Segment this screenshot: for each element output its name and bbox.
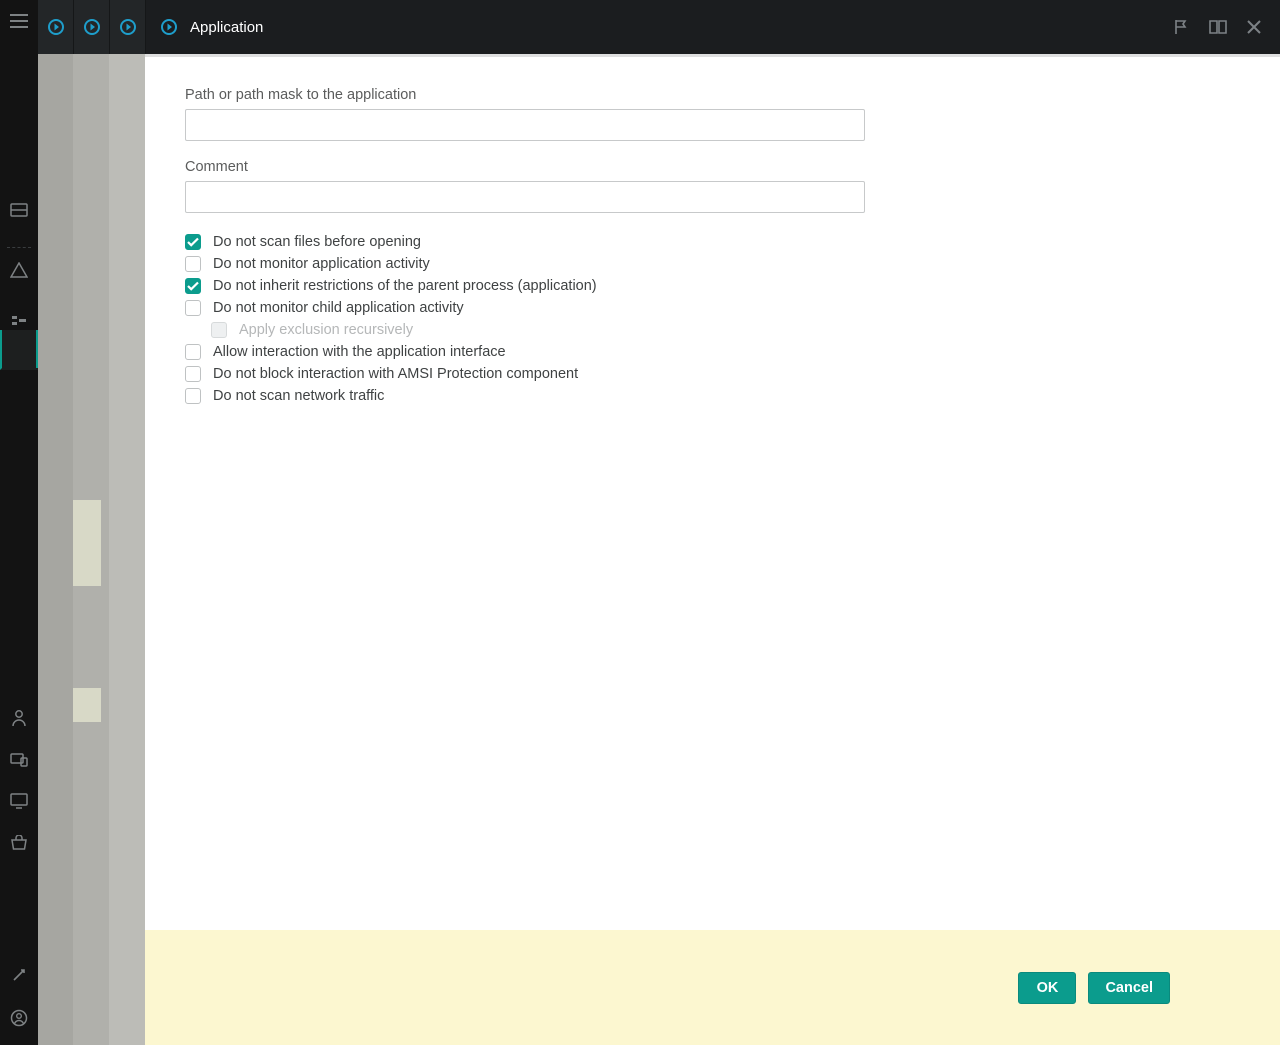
checkbox-row-no-block-amsi: Do not block interaction with AMSI Prote… — [185, 363, 865, 385]
checkbox-no-monitor-child[interactable] — [185, 300, 201, 316]
checkbox-no-inherit[interactable] — [185, 278, 201, 294]
path-input[interactable] — [185, 109, 865, 141]
checkbox-no-scan-network[interactable] — [185, 388, 201, 404]
checkbox-no-scan-open[interactable] — [185, 234, 201, 250]
menu-icon[interactable] — [10, 14, 28, 33]
rail-monitor-icon[interactable] — [10, 793, 28, 809]
left-rail — [0, 0, 38, 1045]
rail-account-icon[interactable] — [10, 1009, 28, 1027]
bg-highlight-1 — [73, 500, 101, 586]
checkbox-label-apply-recursive: Apply exclusion recursively — [239, 322, 413, 338]
rail-active-indicator — [0, 330, 38, 370]
rail-alert-icon[interactable] — [10, 262, 28, 278]
page-title: Application — [190, 19, 263, 36]
breadcrumb-step-2[interactable] — [74, 0, 110, 54]
checkbox-label-no-scan-network: Do not scan network traffic — [213, 388, 384, 404]
checkbox-allow-interaction[interactable] — [185, 344, 201, 360]
checkbox-row-no-monitor-activity: Do not monitor application activity — [185, 253, 865, 275]
main-panel: Path or path mask to the application Com… — [145, 57, 1204, 930]
checkbox-list: Do not scan files before opening Do not m… — [185, 231, 865, 407]
checkbox-row-allow-interaction: Allow interaction with the application i… — [185, 341, 865, 363]
breadcrumb-step-3[interactable] — [110, 0, 146, 54]
comment-label: Comment — [185, 159, 865, 175]
checkbox-label-no-scan-open: Do not scan files before opening — [213, 234, 421, 250]
checkbox-row-no-monitor-child: Do not monitor child application activit… — [185, 297, 865, 319]
rail-policy-icon[interactable] — [10, 314, 28, 330]
flag-icon[interactable] — [1172, 18, 1190, 36]
checkbox-row-no-scan-open: Do not scan files before opening — [185, 231, 865, 253]
footer-bar: OK Cancel — [145, 930, 1280, 1045]
checkbox-no-block-amsi[interactable] — [185, 366, 201, 382]
header-bar: Application — [38, 0, 1280, 54]
checkbox-label-no-monitor-child: Do not monitor child application activit… — [213, 300, 464, 316]
close-icon[interactable] — [1246, 19, 1262, 35]
bg-highlight-2 — [73, 688, 101, 722]
header-actions — [1172, 18, 1280, 36]
comment-input[interactable] — [185, 181, 865, 213]
rail-store-icon[interactable] — [10, 835, 28, 851]
book-icon[interactable] — [1208, 19, 1228, 35]
ok-button[interactable]: OK — [1018, 972, 1076, 1004]
checkbox-row-apply-recursive: Apply exclusion recursively — [185, 319, 865, 341]
breadcrumb-current: Application — [146, 0, 277, 54]
cancel-button[interactable]: Cancel — [1088, 972, 1170, 1004]
stack-layer-3 — [109, 54, 145, 1045]
checkbox-label-allow-interaction: Allow interaction with the application i… — [213, 344, 506, 360]
breadcrumb-step-1[interactable] — [38, 0, 74, 54]
rail-dashboard-icon[interactable] — [10, 203, 28, 217]
rail-user-icon[interactable] — [11, 709, 27, 727]
checkbox-label-no-inherit: Do not inherit restrictions of the paren… — [213, 278, 597, 294]
breadcrumb-current-icon — [160, 18, 178, 36]
checkbox-label-no-monitor-activity: Do not monitor application activity — [213, 256, 430, 272]
checkbox-no-monitor-activity[interactable] — [185, 256, 201, 272]
path-label: Path or path mask to the application — [185, 87, 865, 103]
checkbox-label-no-block-amsi: Do not block interaction with AMSI Prote… — [213, 366, 578, 382]
rail-devices-icon[interactable] — [10, 753, 28, 767]
checkbox-row-no-scan-network: Do not scan network traffic — [185, 385, 865, 407]
rail-settings-icon[interactable] — [11, 967, 27, 983]
form-area: Path or path mask to the application Com… — [145, 57, 905, 417]
checkbox-apply-recursive — [211, 322, 227, 338]
rail-divider — [7, 247, 31, 248]
stack-layer-1 — [38, 54, 73, 1045]
checkbox-row-no-inherit: Do not inherit restrictions of the paren… — [185, 275, 865, 297]
